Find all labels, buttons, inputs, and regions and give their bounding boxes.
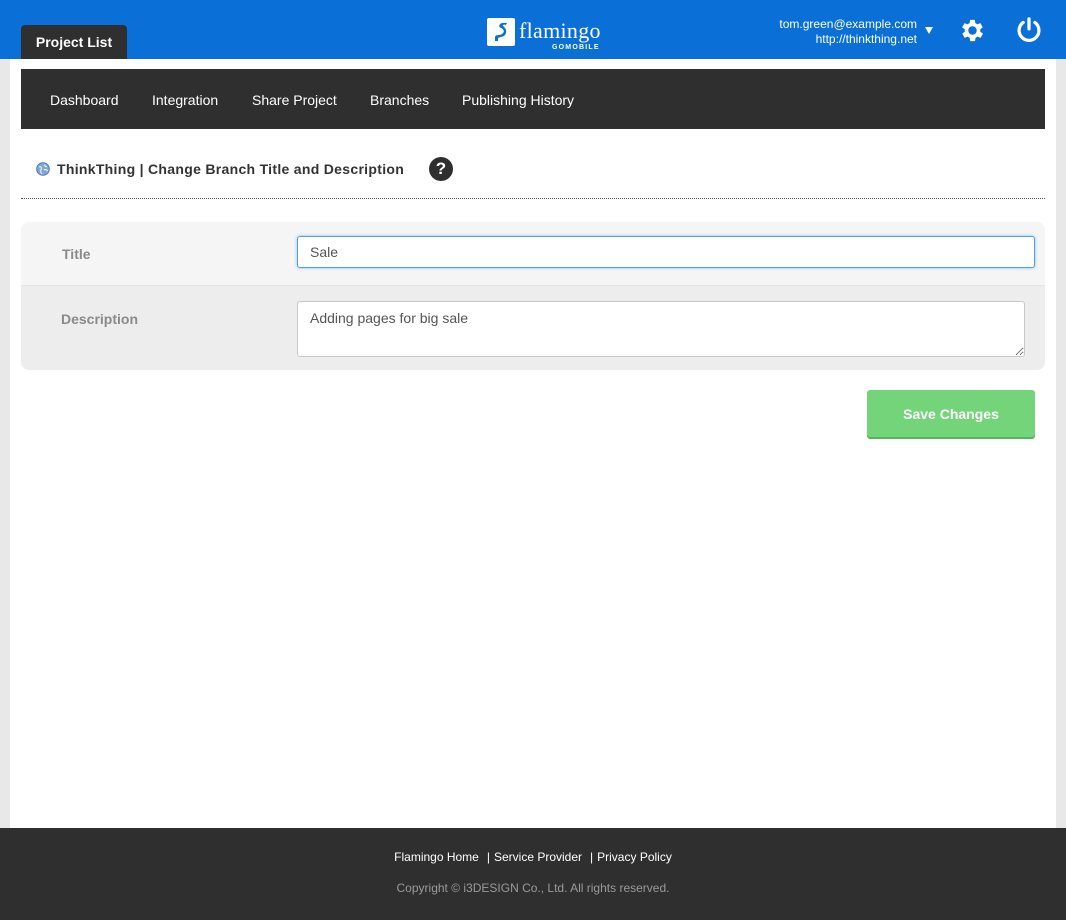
footer-link-flamingo-home[interactable]: Flamingo Home	[394, 850, 479, 864]
footer-link-privacy-policy[interactable]: Privacy Policy	[597, 850, 672, 864]
branch-form: Title Description Adding pages for big s…	[21, 222, 1045, 370]
nav-share-project[interactable]: Share Project	[252, 69, 337, 129]
flamingo-logo[interactable]: flamingo GOMOBILE	[487, 16, 617, 54]
project-nav: Dashboard Integration Share Project Bran…	[21, 69, 1045, 129]
title-label: Title	[62, 246, 91, 262]
nav-publishing-history[interactable]: Publishing History	[462, 69, 574, 129]
account-email: tom.green@example.com	[779, 17, 917, 31]
account-url: http://thinkthing.net	[815, 32, 917, 46]
logo-subtext: GOMOBILE	[552, 44, 600, 51]
description-row: Description Adding pages for big sale	[21, 286, 1045, 370]
top-bar: Project List flamingo GOMOBILE tom.green…	[0, 0, 1066, 59]
footer-link-service-provider[interactable]: Service Provider	[494, 850, 582, 864]
account-info[interactable]: tom.green@example.com http://thinkthing.…	[779, 17, 917, 47]
help-icon[interactable]: ?	[429, 157, 453, 181]
project-list-tab[interactable]: Project List	[21, 25, 127, 59]
account-dropdown-caret-icon[interactable]	[925, 27, 933, 34]
description-textarea[interactable]: Adding pages for big sale	[297, 301, 1025, 357]
page-title: ThinkThing | Change Branch Title and Des…	[57, 161, 405, 177]
title-input[interactable]	[297, 236, 1035, 268]
footer-links: Flamingo Home | Service Provider | Privacy P…	[0, 850, 1066, 864]
description-label: Description	[61, 311, 139, 327]
footer-separator: |	[486, 850, 490, 864]
divider	[21, 198, 1045, 199]
page-header: ThinkThing | Change Branch Title and Des…	[36, 157, 404, 181]
footer-separator: |	[590, 850, 594, 864]
flamingo-logo-icon	[487, 18, 515, 46]
power-icon[interactable]	[1015, 16, 1043, 44]
nav-dashboard[interactable]: Dashboard	[50, 69, 119, 129]
save-changes-button[interactable]: Save Changes	[867, 390, 1035, 437]
gear-icon[interactable]	[958, 16, 987, 45]
title-row: Title	[21, 222, 1045, 286]
copyright-text: Copyright © i3DESIGN Co., Ltd. All right…	[396, 881, 670, 895]
globe-icon	[36, 162, 50, 176]
nav-branches[interactable]: Branches	[370, 69, 429, 129]
logo-text: flamingo	[519, 18, 601, 43]
footer: Flamingo Home | Service Provider | Privacy P…	[0, 828, 1066, 920]
nav-integration[interactable]: Integration	[152, 69, 218, 129]
